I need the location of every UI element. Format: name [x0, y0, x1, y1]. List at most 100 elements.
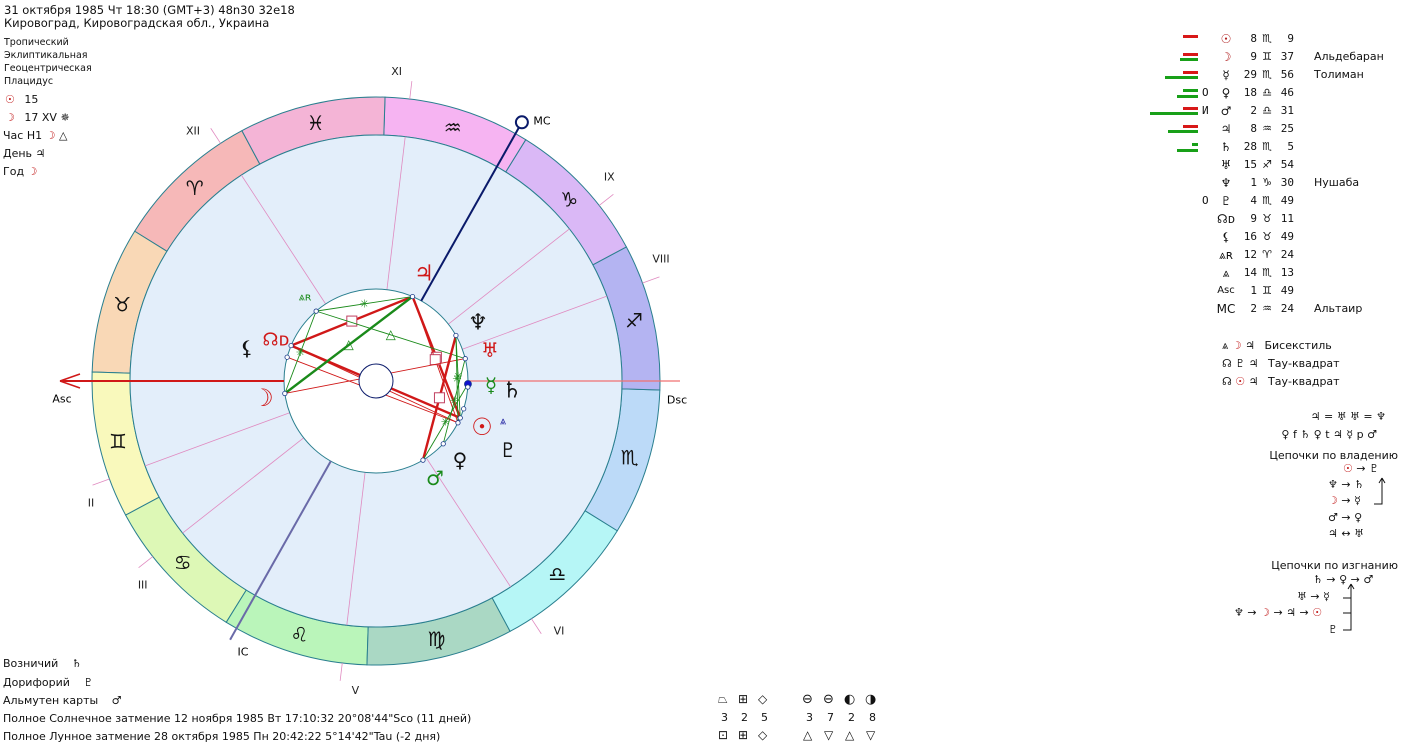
stats-row2b-icons: △ ▽ △ ▽ [803, 728, 887, 742]
jupiter-icon: ♃ [1220, 122, 1232, 136]
planet-minutes: 37 [1280, 50, 1294, 63]
zodiac-sign-icon: ♏ [621, 446, 639, 470]
dignity-bar-red [1183, 107, 1198, 110]
exile-chain: ♄ → ♀ → ♂ [1313, 573, 1374, 586]
hemisphere-icon: ⊖ [802, 692, 813, 707]
zodiac-sign-icon: ♋ [174, 550, 192, 574]
sign-icon: ♊ [1262, 50, 1272, 63]
aspect-trine-icon: △ [386, 327, 396, 342]
configuration-row: ⩓ ☽ ♃ Бисекстиль [1222, 339, 1332, 353]
lunar-eclipse-text: Полное Лунное затмение 28 октября 1985 П… [3, 730, 441, 743]
moon-icon: ☽ [1231, 339, 1242, 352]
exile-chain: ♅ → ☿ [1297, 590, 1330, 603]
hemisphere-icon: ⊖ [823, 692, 834, 707]
aspect-point [461, 406, 467, 412]
planet-degree: 9 [1250, 50, 1257, 63]
rulership-chain: ☉ → ♇ [1343, 462, 1379, 475]
sign-icon: ♉ [1262, 212, 1272, 225]
aspect-square-icon [429, 354, 441, 366]
planet-row-venus: О ♀ 18 ♎ 46 [0, 84, 1402, 102]
center-circle [358, 363, 394, 399]
planet-row-neptune: ♆ 1 ♑ 30 Нушаба [0, 174, 1402, 192]
sign-icon: ♈ [1262, 248, 1272, 261]
exile-chains-title: Цепочки по изгнанию [1271, 559, 1398, 572]
moon-icon: ☽ [1220, 50, 1232, 64]
quadrant-icon: ◇ [758, 692, 768, 706]
quadrant-icon: ⏢ [718, 692, 728, 706]
uranus-icon: ♅ [481, 338, 499, 362]
saturn-icon: ♄ [1220, 140, 1232, 154]
mercury-icon: ☿ [1222, 68, 1230, 82]
stats-row1b-values: 3 7 2 8 [806, 711, 890, 724]
mars-icon: ♂ [111, 694, 122, 707]
charioteer-row: Возничий ♄ [3, 657, 82, 670]
configuration-label: Тау-квадрат [1268, 375, 1340, 388]
zodiac-sign-icon: ♎ [548, 562, 566, 586]
uranus-icon: ♅ [1220, 158, 1232, 172]
selena-icon: ⩓ [1222, 339, 1229, 352]
planet-row-jupiter: ♃ 8 ♒ 25 [0, 120, 1402, 138]
pluto-icon: ♇ [83, 676, 94, 689]
planet-degree: 15 [1243, 158, 1257, 171]
saturn-icon: ♄ [71, 657, 82, 670]
cross-icon: ◇ [758, 728, 768, 742]
planet-mark: И [1202, 104, 1209, 117]
node-icon: ☊ᴅ [1217, 212, 1235, 226]
dignity-bar-green [1180, 58, 1198, 61]
planet-degree: 1 [1250, 284, 1257, 297]
mc-icon: MC [1216, 302, 1236, 316]
planet-degree: 1 [1250, 176, 1257, 189]
label: Возничий [3, 657, 59, 670]
planet-minutes: 31 [1280, 104, 1294, 117]
aspect-point [457, 415, 463, 421]
planet-mark: О [1202, 194, 1209, 207]
planet-row-mercury: ☿ 29 ♏ 56 Толиман [0, 66, 1402, 84]
house-cusp-tick [339, 662, 343, 681]
aspect-sextile-icon: ✳ [452, 373, 461, 386]
stat-value: 3 [721, 711, 728, 724]
dignity-bar-red [1183, 53, 1198, 56]
planet-row-pluto: О ♇ 4 ♏ 49 [0, 192, 1402, 210]
hemisphere-icon: ◑ [865, 692, 877, 707]
sun-icon: ☉ [1235, 375, 1246, 388]
sign-icon: ♑ [1262, 176, 1272, 189]
venus-icon: ♀ [1221, 86, 1231, 100]
fixed-star-name: Альдебаран [1314, 50, 1384, 63]
sign-icon: ♎ [1262, 104, 1272, 117]
sign-icon: ♏ [1262, 140, 1272, 153]
asc-icon: Asc [1217, 285, 1235, 296]
rulership-chain: ♆ → ♄ [1328, 478, 1364, 491]
aspect-point [455, 420, 461, 426]
rulership-chains-title: Цепочки по владению [1269, 449, 1398, 462]
neptune-icon: ♆ [1220, 176, 1232, 190]
quadrant-icon: ⊞ [738, 692, 749, 706]
planet-row-moon: ☽ 9 ♊ 37 Альдебаран [0, 48, 1402, 66]
planet-row-sun: ☉ 8 ♏ 9 [0, 30, 1402, 48]
stat-value: 7 [827, 711, 834, 724]
house-label: III [138, 579, 148, 592]
planet-minutes: 56 [1280, 68, 1294, 81]
aspect-point [420, 457, 426, 463]
planet-row-lilith: ⚸ 16 ♉ 49 [0, 228, 1402, 246]
stats-row1-values: 325 [721, 711, 781, 724]
venus-icon: ♀ [453, 448, 468, 472]
node-icon: ☊ᴅ [263, 330, 290, 351]
rulership-chain: ☽ → ☿ [1328, 494, 1361, 507]
house-label: II [88, 497, 95, 510]
planet-minutes: 5 [1287, 140, 1294, 153]
house-label: V [352, 684, 360, 697]
planet-minutes: 49 [1280, 194, 1294, 207]
element-icon: △ [845, 728, 855, 742]
dignity-bar-green [1183, 89, 1198, 92]
element-icon: △ [803, 728, 813, 742]
hemisphere-icon: ◐ [844, 692, 856, 707]
configuration-row: ☊ ☉ ♃ Тау-квадрат [1222, 375, 1340, 388]
planet-degree: 2 [1250, 302, 1257, 315]
pluto-icon: ♇ [1220, 194, 1232, 208]
moon-icon: ☽ [252, 384, 274, 412]
exile-chain: ♆ → ☽ → ♃ → ☉ [1234, 606, 1323, 619]
configuration-label: Бисекстиль [1264, 339, 1332, 352]
pluto-icon: ♇ [499, 438, 517, 462]
dignity-bar-green [1177, 149, 1198, 152]
rulership-chain: ♂ → ♀ [1328, 511, 1363, 524]
